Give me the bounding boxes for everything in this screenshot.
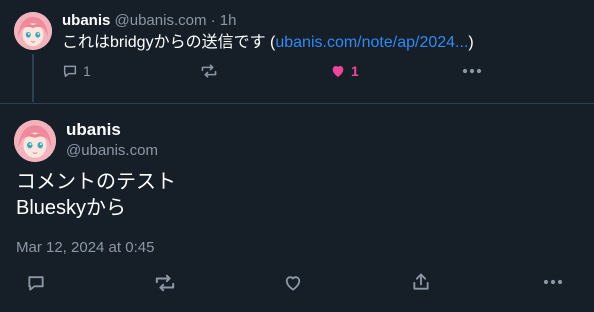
parent-handle[interactable]: @ubanis.com [115, 12, 207, 29]
parent-text-suffix: ) [468, 34, 474, 51]
main-repost-button[interactable] [153, 273, 177, 293]
main-share-button[interactable] [411, 272, 431, 292]
parent-post-link[interactable]: ubanis.com/note/ap/2024... [275, 34, 468, 51]
repost-arrows-icon [153, 273, 177, 293]
parent-like-count: 1 [351, 63, 359, 79]
main-like-button[interactable] [283, 273, 303, 293]
parent-more-button[interactable] [462, 65, 482, 77]
main-post-text: コメントのテスト Blueskyから [16, 169, 176, 221]
main-reply-button[interactable] [26, 273, 46, 293]
repost-arrows-icon [200, 63, 218, 79]
parent-reply-count: 1 [83, 63, 91, 79]
parent-text-prefix: これはbridgyからの送信です ( [62, 34, 276, 51]
thread-line [32, 54, 34, 102]
main-text-line: Blueskyから [16, 197, 127, 219]
main-more-button[interactable] [543, 276, 563, 288]
parent-repost-button[interactable] [200, 63, 218, 79]
share-icon [411, 272, 431, 292]
parent-timestamp[interactable]: 1h [220, 12, 237, 29]
heart-icon [283, 273, 303, 293]
main-avatar[interactable] [14, 120, 56, 162]
parent-post-header: ubanis @ubanis.com · 1h [62, 12, 236, 30]
more-dots-icon [462, 65, 482, 77]
parent-post-text: これはbridgyからの送信です (ubanis.com/note/ap/202… [62, 33, 474, 53]
speech-bubble-icon [26, 273, 46, 293]
main-display-name[interactable]: ubanis [66, 120, 121, 140]
parent-display-name[interactable]: ubanis [62, 12, 110, 29]
heart-icon [330, 63, 346, 79]
parent-like-button[interactable]: 1 [330, 63, 359, 79]
main-handle[interactable]: @ubanis.com [66, 142, 158, 160]
separator-dot: · [210, 12, 216, 29]
main-text-line: コメントのテスト [16, 171, 176, 193]
post-divider [0, 103, 594, 104]
more-dots-icon [543, 276, 563, 288]
parent-avatar[interactable] [14, 12, 52, 50]
speech-bubble-icon [62, 63, 78, 79]
parent-reply-button[interactable]: 1 [62, 63, 91, 79]
main-post-date: Mar 12, 2024 at 0:45 [16, 239, 155, 256]
